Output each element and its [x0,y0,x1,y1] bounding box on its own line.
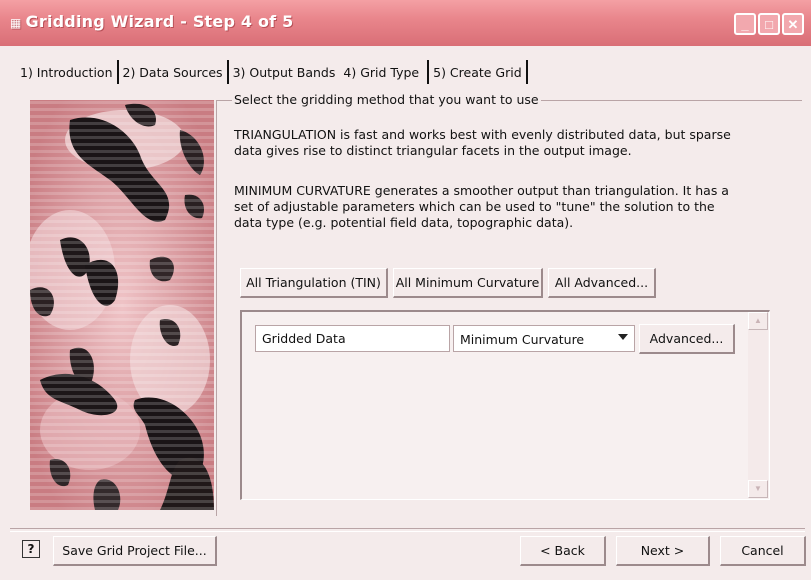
minimize-icon: _ [741,16,749,32]
back-button[interactable]: < Back [520,536,606,566]
all-advanced-button[interactable]: All Advanced... [548,268,656,298]
grid-method-select[interactable]: Minimum Curvature [453,325,635,352]
row-advanced-button[interactable]: Advanced... [639,324,735,354]
next-button[interactable]: Next > [616,536,710,566]
all-triangulation-button[interactable]: All Triangulation (TIN) [240,268,388,298]
min-curvature-description: MINIMUM CURVATURE generates a smoother o… [234,183,729,230]
window-title-label: Gridding Wizard - Step 4 of 5 [25,12,294,31]
tab-data-sources[interactable]: 2) Data Sources [121,65,225,80]
close-button[interactable]: ✕ [782,13,804,35]
maximize-button[interactable]: □ [758,13,780,35]
tab-separator [116,60,119,84]
grid-list-scrollbar[interactable]: ▲ ▼ [748,312,768,498]
all-min-curvature-button[interactable]: All Minimum Curvature [393,268,543,298]
close-icon: ✕ [787,16,799,32]
save-grid-project-button[interactable]: Save Grid Project File... [53,536,217,566]
maximize-icon: □ [765,16,773,32]
tab-separator [226,60,229,84]
tab-create-grid[interactable]: 5) Create Grid [431,65,524,80]
wizard-side-image [30,100,214,510]
tab-separator [525,60,528,84]
grid-method-value: Minimum Curvature [460,332,585,347]
wizard-tabs: 1) Introduction 2) Data Sources 3) Outpu… [18,57,530,87]
tab-output-bands[interactable]: 3) Output Bands [231,65,338,80]
tab-grid-type[interactable]: 4) Grid Type [337,65,425,80]
scroll-down-icon[interactable]: ▼ [748,480,768,498]
footer-divider [10,528,805,532]
window-title: ▦ Gridding Wizard - Step 4 of 5 [10,12,293,31]
wizard-window: ▦ Gridding Wizard - Step 4 of 5 _ □ ✕ 1) … [0,0,811,580]
cancel-button[interactable]: Cancel [720,536,806,566]
triangulation-description: TRIANGULATION is fast and works best wit… [234,127,731,158]
help-icon[interactable]: ? [22,540,40,558]
tab-separator [427,60,430,84]
title-bar[interactable]: ▦ Gridding Wizard - Step 4 of 5 _ □ ✕ [0,0,811,46]
minimize-button[interactable]: _ [734,13,756,35]
grid-name-field[interactable]: Gridded Data [255,325,450,352]
chevron-down-icon[interactable] [618,334,628,340]
groupbox-title: Select the gridding method that you want… [232,92,541,107]
tab-introduction[interactable]: 1) Introduction [18,65,115,80]
scroll-up-icon[interactable]: ▲ [748,312,768,330]
app-icon: ▦ [10,16,22,30]
